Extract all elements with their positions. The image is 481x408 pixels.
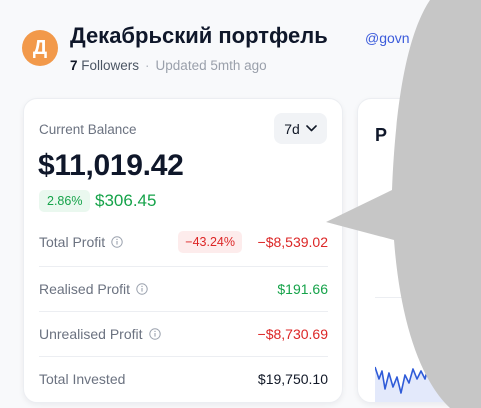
realised-profit-label-group: Realised Profit <box>39 281 148 297</box>
info-icon[interactable] <box>136 282 148 295</box>
range-selector-button[interactable]: 7d <box>274 113 327 144</box>
total-profit-percent-badge: −43.24% <box>178 230 242 253</box>
portfolio-title: Декабрьский портфель <box>70 23 328 48</box>
chart-gridline <box>375 297 481 298</box>
updated-text: Updated 5mth ago <box>155 58 267 73</box>
chevron-down-icon <box>305 125 317 132</box>
total-profit-label: Total Profit <box>39 233 106 250</box>
unrealised-profit-label-group: Unrealised Profit <box>39 326 161 342</box>
balance-card: Current Balance 7d $11,019.42 2.86% $306… <box>23 98 343 403</box>
followers-count[interactable]: 7 <box>70 58 78 73</box>
total-profit-value: −$8,539.02 <box>257 233 328 250</box>
portfolio-avatar: Д <box>22 30 58 66</box>
performance-chart <box>375 358 481 402</box>
total-invested-label-group: Total Invested <box>39 371 125 387</box>
performance-card: P <box>357 98 481 403</box>
meta-separator: · <box>145 58 150 73</box>
portfolio-meta: 7 Followers · Updated 5mth ago <box>70 58 267 73</box>
range-selector-label: 7d <box>284 120 300 137</box>
unrealised-profit-row: Unrealised Profit −$8,730.69 <box>39 311 328 356</box>
current-balance-label: Current Balance <box>39 122 137 137</box>
total-invested-row: Total Invested $19,750.10 <box>39 356 328 401</box>
unrealised-profit-label: Unrealised Profit <box>39 325 143 342</box>
total-invested-label: Total Invested <box>39 370 126 387</box>
realised-profit-value: $191.66 <box>277 280 328 297</box>
current-balance-value: $11,019.42 <box>38 149 184 182</box>
total-profit-label-group: Total Profit <box>39 234 123 250</box>
balance-change-percent-badge: 2.86% <box>39 190 91 212</box>
unrealised-profit-value: −$8,730.69 <box>257 325 328 342</box>
portfolio-header: Д Декабрьский портфель @govn 7 Followers… <box>22 18 481 78</box>
followers-label[interactable]: Followers <box>81 58 139 73</box>
owner-handle-link[interactable]: @govn <box>365 30 410 46</box>
performance-card-title: P <box>375 125 388 145</box>
info-icon[interactable] <box>148 327 161 340</box>
total-invested-value: $19,750.10 <box>257 370 328 387</box>
realised-profit-label: Realised Profit <box>39 280 131 297</box>
balance-change-value: $306.45 <box>95 191 157 210</box>
realised-profit-row: Realised Profit $191.66 <box>39 266 328 311</box>
info-icon[interactable] <box>111 235 123 248</box>
total-profit-row: Total Profit −43.24% −$8,539.02 <box>39 219 328 264</box>
